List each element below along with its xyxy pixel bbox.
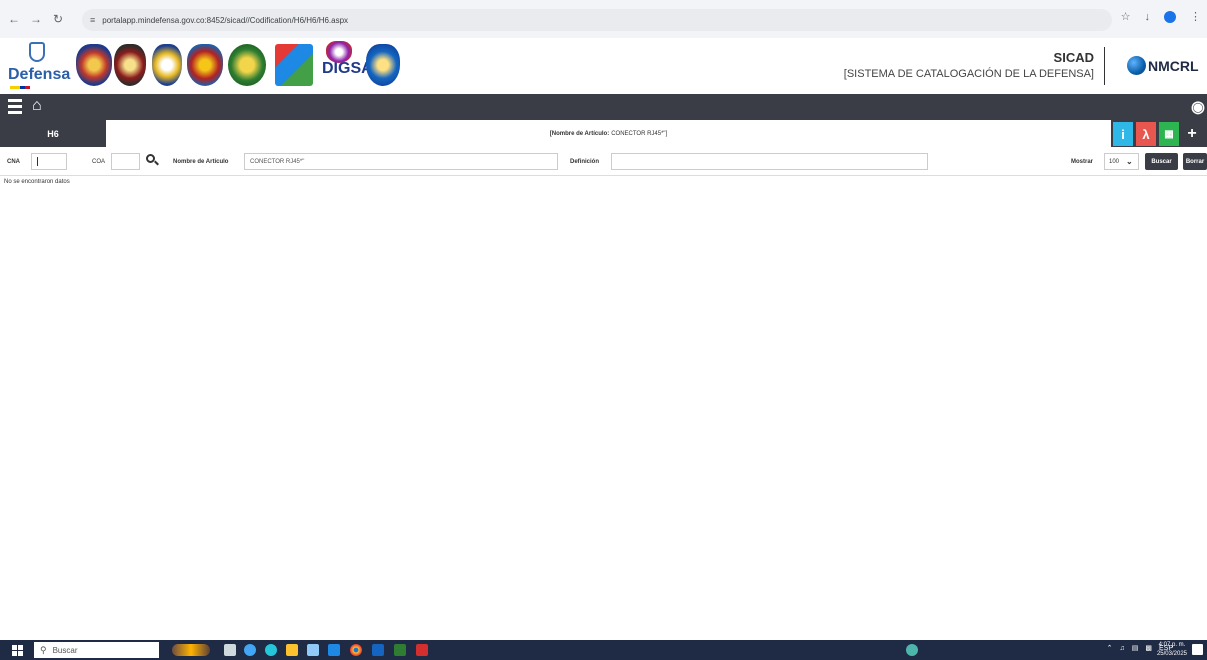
bookmark-star-icon[interactable]: ☆ <box>1121 10 1131 23</box>
defensa-shield-icon <box>29 42 45 62</box>
text-cursor <box>37 157 38 166</box>
site-settings-icon[interactable]: ≡ <box>90 15 95 25</box>
app-subtitle: [SISTEMA DE CATALOGACIÓN DE LA DEFENSA] <box>843 68 1094 80</box>
reload-icon[interactable]: ↻ <box>50 11 66 27</box>
crest-logo-7 <box>326 41 352 63</box>
crest-logo-5 <box>228 44 266 86</box>
search-icon: ⚲ <box>40 644 47 655</box>
header-divider <box>1104 47 1105 85</box>
clock-date: 25/03/2025 <box>1156 651 1187 657</box>
globe-icon <box>1127 56 1146 75</box>
volume-icon[interactable]: ♫ <box>1119 645 1124 652</box>
forward-icon[interactable]: → <box>28 11 44 27</box>
site-header: Defensa DIGSA SICAD [SISTEMA DE CATALOGA… <box>0 38 1207 94</box>
chevron-up-icon[interactable]: ⌃ <box>1107 644 1113 652</box>
page-title: [Nombre de Artículo: CONECTOR RJ45*"] <box>106 120 1111 147</box>
store-icon[interactable] <box>307 644 319 656</box>
definicion-input[interactable] <box>611 153 928 170</box>
excel-icon[interactable] <box>394 644 406 656</box>
mail-icon[interactable] <box>328 644 340 656</box>
profile-icon[interactable] <box>1164 10 1176 23</box>
coa-input[interactable] <box>111 153 140 170</box>
browser-toolbar: ← → ↻ ≡ portalapp.mindefensa.gov.co:8452… <box>0 0 1207 38</box>
back-icon[interactable]: ← <box>6 11 22 27</box>
notifications-icon[interactable] <box>1192 644 1203 655</box>
search-icon[interactable] <box>146 154 159 166</box>
defensa-logo[interactable]: Defensa <box>8 42 71 90</box>
main-navbar: ⌂ ◉ <box>0 94 1207 120</box>
word-icon[interactable] <box>372 644 384 656</box>
hamburger-menu-icon[interactable] <box>8 99 22 117</box>
address-url: portalapp.mindefensa.gov.co:8452/sicad//… <box>102 15 349 25</box>
download-icon[interactable]: ↓ <box>1145 11 1151 23</box>
chrome-icon[interactable] <box>350 644 362 656</box>
section-label: H6 <box>47 128 59 139</box>
definicion-label: Definición <box>570 159 600 165</box>
network-icon[interactable]: ▤ <box>1132 644 1139 652</box>
cna-label: CNA <box>7 159 20 165</box>
nombre-input[interactable]: CONECTOR RJ45*" <box>244 153 558 170</box>
defensa-logo-text: Defensa <box>8 66 71 83</box>
mostrar-label: Mostrar <box>1071 159 1094 165</box>
pdf-export-icon[interactable]: λ <box>1136 122 1156 146</box>
crest-logo-3 <box>152 44 182 86</box>
empty-results-message: No se encontraron datos <box>4 179 70 185</box>
title-row: H6 [Nombre de Artículo: CONECTOR RJ45*"]… <box>0 120 1207 147</box>
user-icon[interactable]: ◉ <box>1191 97 1205 117</box>
task-view-icon[interactable] <box>224 644 236 656</box>
info-icon[interactable]: i <box>1113 122 1133 146</box>
mostrar-select[interactable]: 100 ⌄ <box>1104 153 1139 170</box>
filter-bar: CNA COA Nombre de Artículo CONECTOR RJ45… <box>0 148 1207 176</box>
page-title-prefix: [Nombre de Artículo: <box>549 130 610 137</box>
crest-logo-6 <box>275 44 313 86</box>
windows-start-icon[interactable] <box>12 645 23 656</box>
taskbar-clock[interactable]: 4:07 p. m. 25/03/2025 <box>1157 641 1187 659</box>
flag-stripe <box>10 86 30 89</box>
page-title-value: CONECTOR RJ45*"] <box>611 130 668 137</box>
crest-logo-4 <box>187 44 223 86</box>
file-explorer-icon[interactable] <box>286 644 298 656</box>
display-icon[interactable]: ▩ <box>1145 644 1152 652</box>
app-title: SICAD <box>1053 50 1094 65</box>
copilot-icon[interactable] <box>244 644 256 656</box>
crest-logo-8 <box>366 44 400 86</box>
address-bar[interactable]: ≡ portalapp.mindefensa.gov.co:8452/sicad… <box>82 9 1112 31</box>
nmcrl-logo-text: NMCRL <box>1148 57 1199 74</box>
borrar-button[interactable]: Borrar <box>1183 153 1207 170</box>
coa-label: COA <box>92 159 106 165</box>
crest-logo-1 <box>76 44 112 86</box>
windows-taskbar: ⚲ Buscar ⌃ ♫ ▤ ▩ ESP 4:07 p. m. 25/03/20… <box>0 640 1207 660</box>
cna-input[interactable] <box>31 153 67 170</box>
crest-logo-2 <box>114 44 146 86</box>
chevron-down-icon: ⌄ <box>1126 157 1133 166</box>
help-icon[interactable] <box>906 644 918 656</box>
add-icon[interactable]: + <box>1182 122 1202 146</box>
menu-icon[interactable]: ⋮ <box>1190 10 1201 23</box>
taskbar-search[interactable]: ⚲ Buscar <box>34 642 159 658</box>
acrobat-icon[interactable] <box>416 644 428 656</box>
nombre-label: Nombre de Artículo <box>173 159 229 165</box>
excel-export-icon[interactable]: ▦ <box>1159 122 1179 146</box>
clock-time: 4:07 p. m. <box>1158 642 1186 648</box>
buscar-button[interactable]: Buscar <box>1145 153 1178 170</box>
edge-icon[interactable] <box>265 644 277 656</box>
nmcrl-logo[interactable]: NMCRL <box>1127 56 1199 75</box>
bird-widget-icon[interactable] <box>172 644 210 656</box>
home-icon[interactable]: ⌂ <box>32 97 42 115</box>
